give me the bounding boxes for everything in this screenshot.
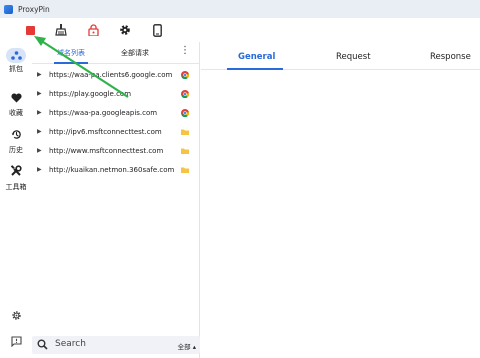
window-title: ProxyPin (18, 4, 50, 14)
request-detail-panel: General Request Response (201, 42, 480, 358)
phone-icon (152, 23, 162, 37)
chevron-right-icon[interactable]: ▶ (37, 147, 42, 154)
domain-url: https://waa-pa.clients6.google.com (49, 70, 173, 79)
broom-icon (55, 24, 67, 36)
domain-list-panel: 域名列表 全部请求 ⋮ ▶ https://waa-pa.clients6.go… (32, 42, 200, 358)
rail-item-toolbox[interactable]: 工具箱 (0, 162, 32, 192)
rail-item-favorites[interactable]: 收藏 (0, 88, 32, 118)
tab-all-requests[interactable]: 全部请求 (121, 48, 149, 58)
tools-icon (10, 165, 22, 176)
tab-general[interactable]: General (238, 52, 275, 62)
chrome-icon (181, 89, 189, 98)
chrome-icon (181, 108, 189, 117)
domain-url: https://play.google.com (49, 89, 132, 98)
folder-icon (181, 148, 189, 154)
more-options-icon[interactable]: ⋮ (180, 46, 190, 56)
nav-rail: 抓包 收藏 历史 工具箱 (0, 42, 32, 358)
chevron-right-icon[interactable]: ▶ (37, 71, 42, 78)
history-icon (11, 130, 21, 139)
chevron-right-icon[interactable]: ▶ (37, 128, 42, 135)
search-scope-dropdown[interactable]: 全部 ▴ (178, 341, 196, 351)
folder-icon (181, 167, 189, 173)
rail-item-history[interactable]: 历史 (0, 125, 32, 155)
tab-response[interactable]: Response (430, 52, 471, 62)
list-item[interactable]: ▶ http://www.msftconnecttest.com (32, 141, 200, 160)
detail-tabs: General Request Response (201, 42, 480, 70)
rail-label: 历史 (9, 146, 23, 154)
gear-icon (120, 25, 130, 35)
list-item[interactable]: ▶ https://waa-pa.clients6.google.com (32, 65, 200, 84)
domain-url: http://ipv6.msftconnecttest.com (49, 127, 162, 136)
rail-label: 收藏 (9, 109, 23, 117)
chevron-right-icon[interactable]: ▶ (37, 90, 42, 97)
chevron-right-icon[interactable]: ▶ (37, 166, 42, 173)
active-tab-indicator (54, 62, 88, 64)
domain-url: https://waa-pa.googleapis.com (49, 108, 158, 117)
heart-icon (10, 93, 22, 103)
https-lock-button[interactable] (85, 22, 101, 38)
list-item[interactable]: ▶ http://ipv6.msftconnecttest.com (32, 122, 200, 141)
app-logo-icon (4, 4, 13, 14)
feedback-icon (10, 336, 22, 348)
rail-label: 抓包 (9, 65, 23, 73)
mobile-button[interactable] (149, 22, 165, 38)
rail-feedback-button[interactable] (0, 332, 32, 351)
chrome-icon (181, 70, 189, 79)
title-bar: ProxyPin (0, 0, 480, 18)
lock-icon (87, 24, 99, 36)
folder-icon (181, 129, 189, 135)
domain-url: http://www.msftconnecttest.com (49, 146, 164, 155)
capture-icon (6, 48, 26, 63)
rail-settings-button[interactable] (0, 306, 32, 325)
list-item[interactable]: ▶ https://waa-pa.googleapis.com (32, 103, 200, 122)
list-item[interactable]: ▶ https://play.google.com (32, 84, 200, 103)
search-icon (37, 339, 48, 350)
list-item[interactable]: ▶ http://kuaikan.netmon.360safe.com (32, 160, 200, 179)
domain-url: http://kuaikan.netmon.360safe.com (49, 165, 175, 174)
search-bar[interactable]: Search 全部 ▴ (32, 336, 200, 354)
clear-button[interactable] (53, 22, 69, 38)
rail-label: 工具箱 (5, 183, 27, 191)
settings-button[interactable] (117, 22, 133, 38)
chevron-right-icon[interactable]: ▶ (37, 109, 42, 116)
tab-domain-list[interactable]: 域名列表 (57, 48, 85, 58)
search-scope-label: 全部 (177, 343, 191, 351)
stop-icon (25, 25, 35, 35)
stop-button[interactable] (22, 22, 38, 38)
toolbar (0, 18, 480, 42)
search-input[interactable]: Search (55, 339, 86, 349)
tab-request[interactable]: Request (336, 52, 371, 62)
active-tab-indicator (227, 68, 283, 70)
rail-item-capture[interactable]: 抓包 (0, 48, 32, 74)
gear-icon (11, 311, 21, 320)
list-tabs: 域名列表 全部请求 ⋮ (32, 42, 199, 64)
